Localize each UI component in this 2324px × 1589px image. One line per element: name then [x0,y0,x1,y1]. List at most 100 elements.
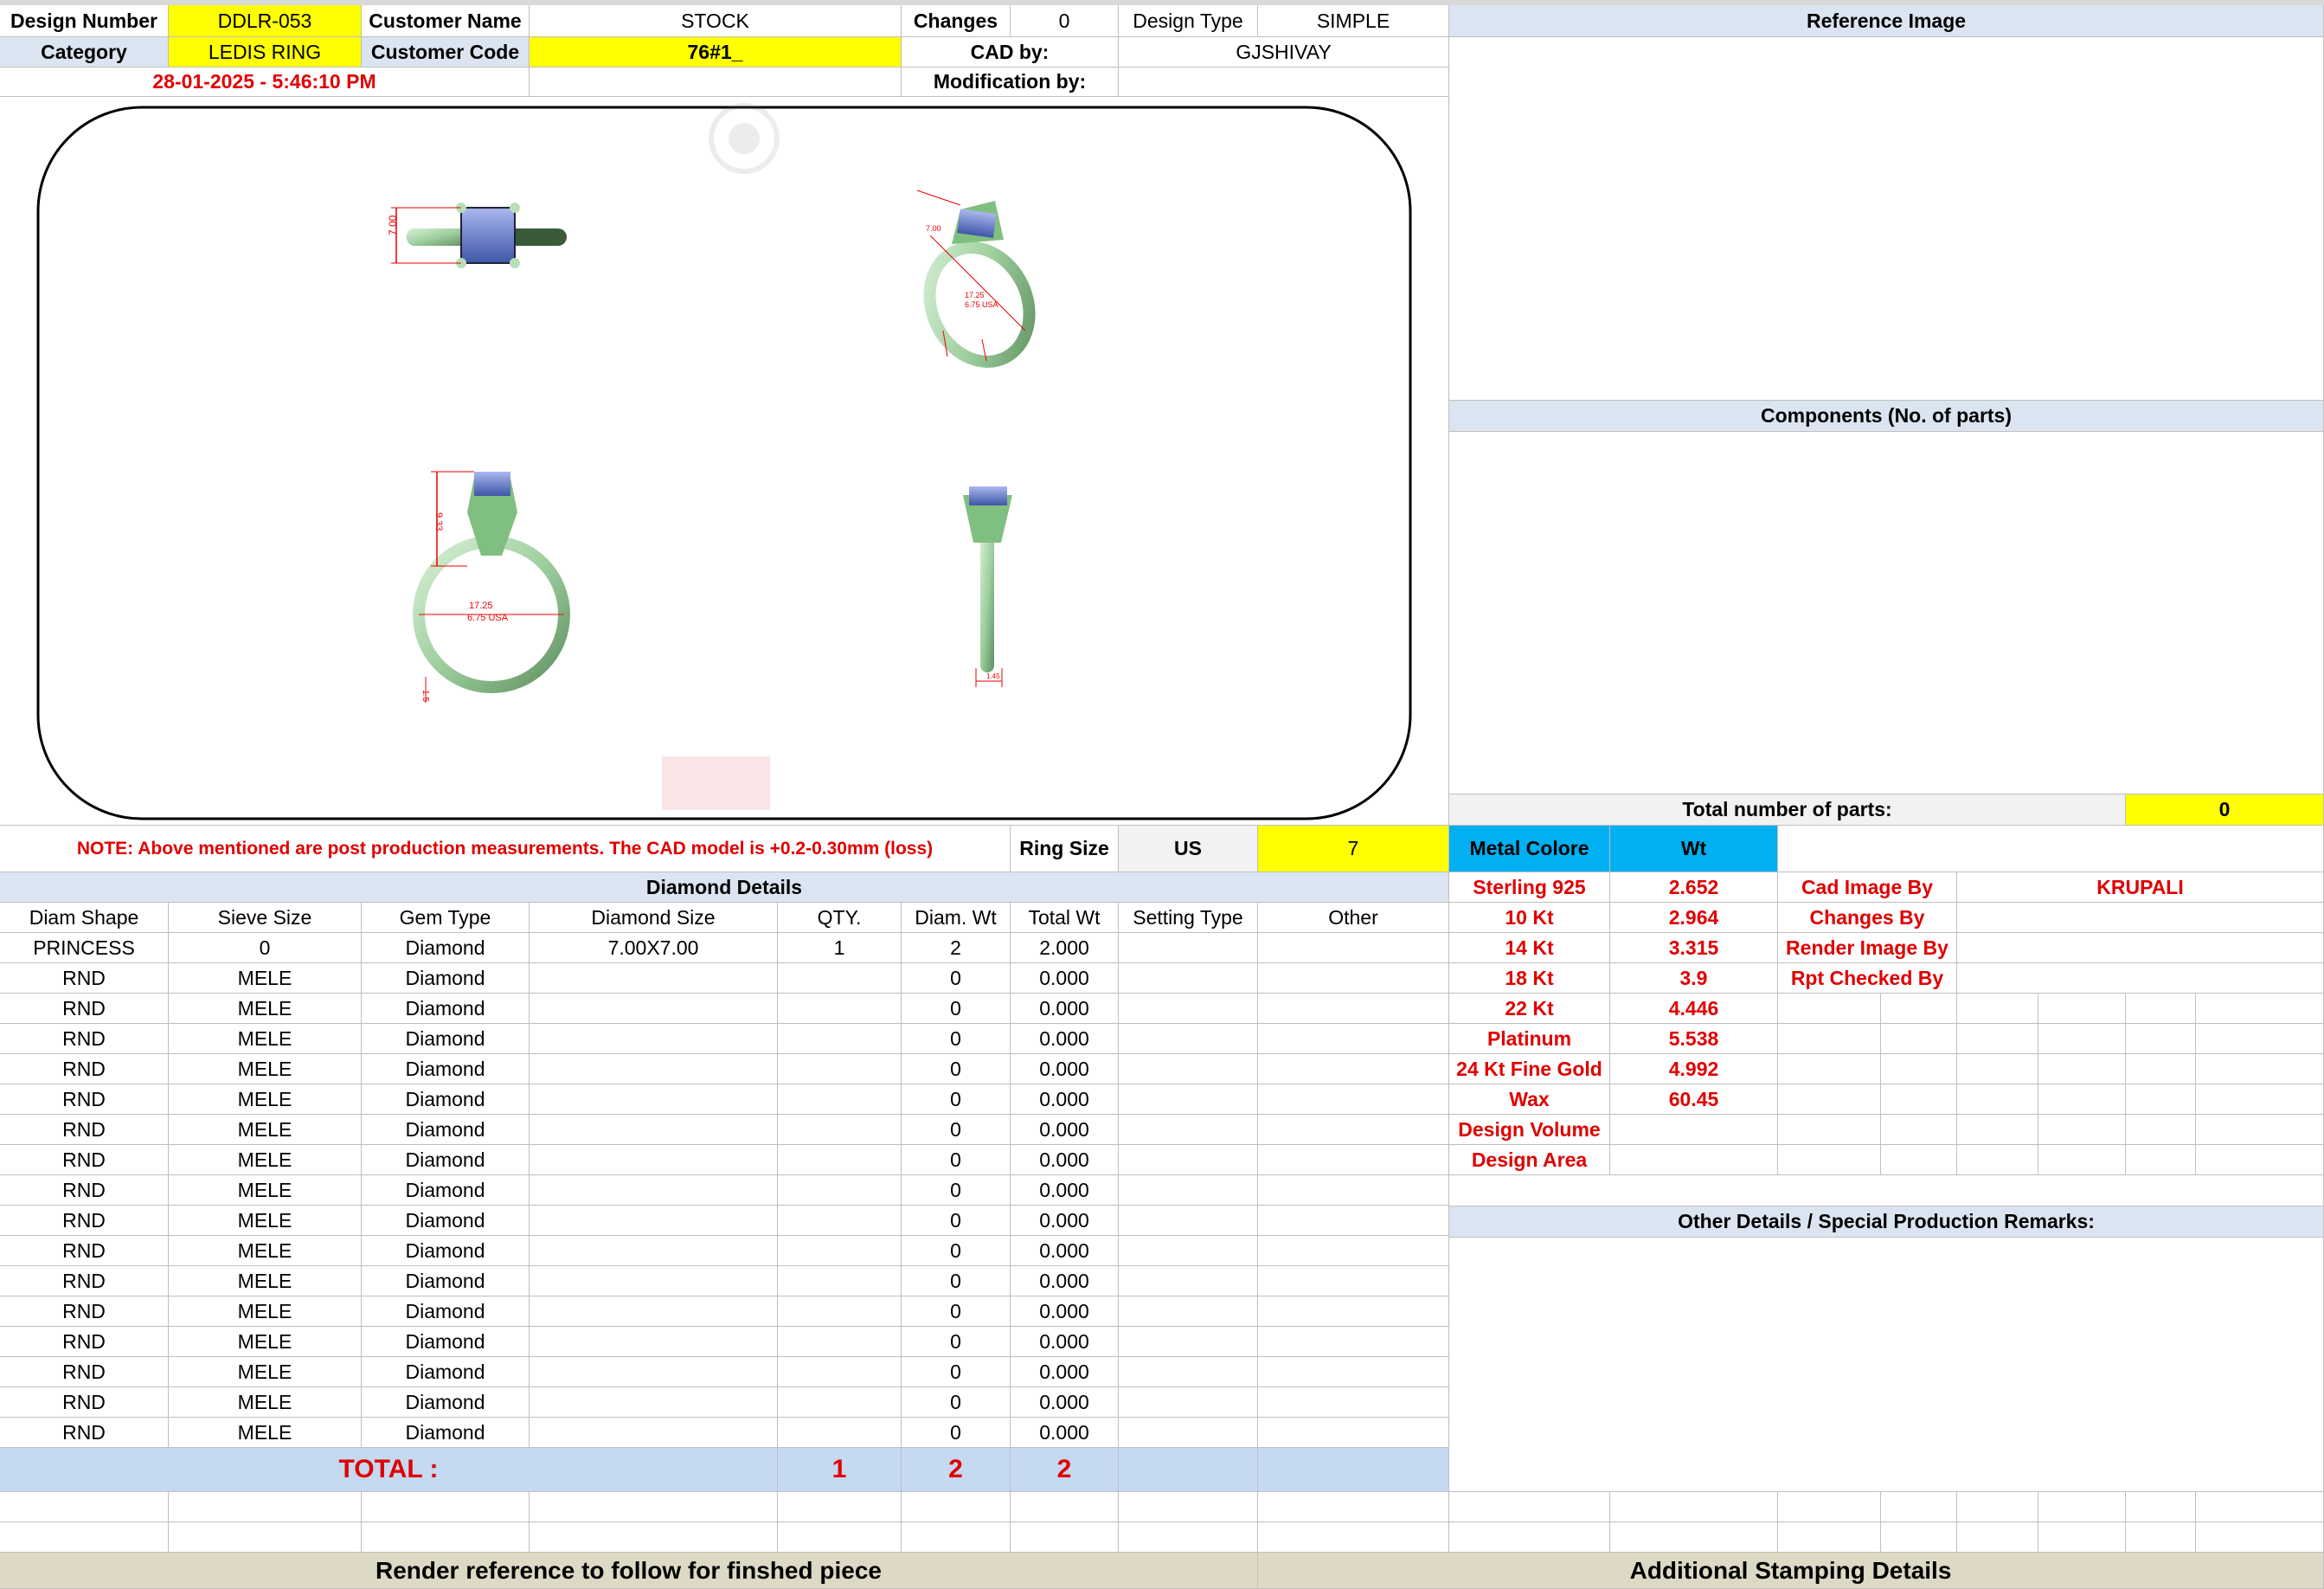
blank-cell[interactable] [1011,1522,1119,1553]
diamond-cell-setting-type[interactable] [1119,1084,1258,1115]
diamond-cell-other[interactable] [1258,1296,1449,1327]
blank-cell[interactable] [0,1492,169,1522]
blank-cell[interactable] [169,1522,362,1553]
diamond-cell-gem-type[interactable]: Diamond [362,1357,530,1387]
blank-cell[interactable] [530,1522,778,1553]
diamond-cell-total-wt[interactable]: 0.000 [1011,1206,1119,1236]
diamond-cell-diam-shape[interactable]: PRINCESS [0,933,169,963]
blank-cell[interactable] [902,1492,1011,1522]
diamond-cell-gem-type[interactable]: Diamond [362,1024,530,1054]
diamond-cell-diamond-size[interactable] [530,1115,778,1145]
diamond-cell-diam-wt[interactable]: 0 [902,1236,1011,1266]
diamond-cell-total-wt[interactable]: 0.000 [1011,963,1119,994]
diamond-cell-diam-shape[interactable]: RND [0,1206,169,1236]
diamond-cell-diamond-size[interactable] [530,1357,778,1387]
diamond-cell-sieve-size[interactable]: MELE [169,1024,362,1054]
diamond-cell-diam-wt[interactable]: 0 [902,1175,1011,1206]
metal-weight[interactable]: 2.652 [1610,872,1778,903]
diamond-cell-diamond-size[interactable] [530,1327,778,1357]
staff-value[interactable] [1957,903,2324,933]
diamond-cell-setting-type[interactable] [1119,1236,1258,1266]
diamond-cell-other[interactable] [1258,1175,1449,1206]
diamond-cell-diam-shape[interactable]: RND [0,1024,169,1054]
diamond-cell-diam-wt[interactable]: 0 [902,1084,1011,1115]
diamond-cell-total-wt[interactable]: 0.000 [1011,1024,1119,1054]
diamond-cell-diamond-size[interactable] [530,1387,778,1418]
diamond-cell-setting-type[interactable] [1119,1054,1258,1084]
diamond-cell-other[interactable] [1258,1418,1449,1448]
diamond-cell-setting-type[interactable] [1119,1115,1258,1145]
diamond-cell-sieve-size[interactable]: MELE [169,1418,362,1448]
diamond-cell-other[interactable] [1258,933,1449,963]
staff-value[interactable] [1957,963,2324,994]
diamond-cell-other[interactable] [1258,1115,1449,1145]
diamond-cell-diam-wt[interactable]: 0 [902,1418,1011,1448]
blank-cell[interactable] [530,1492,778,1522]
blank-cell[interactable] [1258,1492,1449,1522]
diamond-cell-total-wt[interactable]: 0.000 [1011,1296,1119,1327]
diamond-cell-total-wt[interactable]: 0.000 [1011,1236,1119,1266]
diamond-cell-sieve-size[interactable]: MELE [169,1236,362,1266]
diamond-cell-diam-shape[interactable]: RND [0,1084,169,1115]
diamond-cell-gem-type[interactable]: Diamond [362,1115,530,1145]
remarks-area[interactable] [1449,1238,2324,1492]
blank-cell[interactable] [1011,1492,1119,1522]
diamond-cell-diam-wt[interactable]: 0 [902,1296,1011,1327]
diamond-cell-diam-shape[interactable]: RND [0,1387,169,1418]
diamond-cell-total-wt[interactable]: 2.000 [1011,933,1119,963]
design-type-value[interactable]: SIMPLE [1258,5,1449,37]
diamond-cell-diamond-size[interactable] [530,1236,778,1266]
diamond-cell-setting-type[interactable] [1119,963,1258,994]
diamond-cell-setting-type[interactable] [1119,1357,1258,1387]
diamond-cell-qty[interactable] [778,1387,902,1418]
blank-cell[interactable] [2038,1522,2126,1553]
diamond-cell-diam-wt[interactable]: 0 [902,1266,1011,1296]
blank-cell[interactable] [1957,1492,2038,1522]
diamond-cell-total-wt[interactable]: 0.000 [1011,1054,1119,1084]
diamond-cell-diamond-size[interactable] [530,963,778,994]
diamond-cell-setting-type[interactable] [1119,1266,1258,1296]
diamond-cell-gem-type[interactable]: Diamond [362,1387,530,1418]
metal-weight[interactable]: 4.446 [1610,994,1778,1024]
diamond-cell-other[interactable] [1258,1054,1449,1084]
diamond-cell-setting-type[interactable] [1119,1327,1258,1357]
blank-cell[interactable] [1778,1522,1881,1553]
diamond-cell-total-wt[interactable]: 0.000 [1011,1266,1119,1296]
diamond-cell-other[interactable] [1258,1236,1449,1266]
changes-value[interactable]: 0 [1011,5,1119,37]
diamond-cell-total-wt[interactable]: 0.000 [1011,1418,1119,1448]
diamond-cell-sieve-size[interactable]: MELE [169,1084,362,1115]
diamond-cell-diam-shape[interactable]: RND [0,1296,169,1327]
diamond-cell-setting-type[interactable] [1119,1418,1258,1448]
design-number-value[interactable]: DDLR-053 [169,5,362,37]
blank-cell[interactable] [362,1492,530,1522]
diamond-cell-other[interactable] [1258,1266,1449,1296]
diamond-cell-diamond-size[interactable] [530,1266,778,1296]
diamond-cell-diam-shape[interactable]: RND [0,1357,169,1387]
metal-weight[interactable] [1610,1115,1778,1145]
diamond-cell-sieve-size[interactable]: MELE [169,1327,362,1357]
diamond-cell-qty[interactable] [778,1115,902,1145]
diamond-cell-qty[interactable]: 1 [778,933,902,963]
diamond-cell-other[interactable] [1258,1357,1449,1387]
metal-weight[interactable] [1610,1145,1778,1175]
diamond-cell-diam-shape[interactable]: RND [0,1054,169,1084]
blank-cell[interactable] [1449,1492,1610,1522]
diamond-cell-sieve-size[interactable]: MELE [169,963,362,994]
diamond-cell-diam-shape[interactable]: RND [0,1145,169,1175]
blank-cell[interactable] [1449,1522,1610,1553]
blank-cell[interactable] [0,1522,169,1553]
diamond-cell-qty[interactable] [778,1266,902,1296]
diamond-cell-sieve-size[interactable]: 0 [169,933,362,963]
diamond-cell-diam-shape[interactable]: RND [0,963,169,994]
staff-value[interactable]: KRUPALI [1957,872,2324,903]
diamond-cell-gem-type[interactable]: Diamond [362,963,530,994]
blank-cell[interactable] [1258,1522,1449,1553]
diamond-cell-diamond-size[interactable] [530,1296,778,1327]
diamond-cell-gem-type[interactable]: Diamond [362,1418,530,1448]
diamond-cell-setting-type[interactable] [1119,994,1258,1024]
blank-cell[interactable] [778,1522,902,1553]
category-value[interactable]: LEDIS RING [169,37,362,68]
diamond-cell-diam-shape[interactable]: RND [0,994,169,1024]
diamond-cell-gem-type[interactable]: Diamond [362,1236,530,1266]
